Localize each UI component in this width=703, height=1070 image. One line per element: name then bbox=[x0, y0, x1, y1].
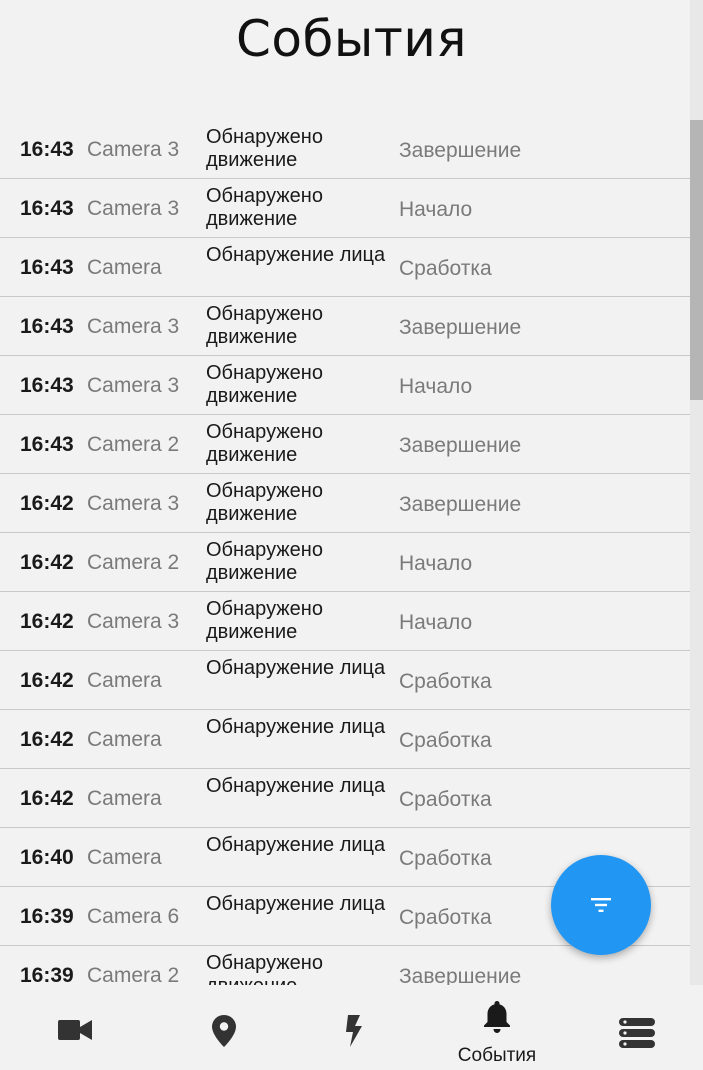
event-camera: Camera bbox=[87, 256, 162, 279]
server-icon bbox=[619, 1018, 655, 1048]
event-status: Сработка bbox=[399, 670, 492, 693]
event-camera: Camera 3 bbox=[87, 315, 180, 338]
event-type: Обнаружение лица bbox=[206, 775, 386, 797]
bell-icon bbox=[484, 1001, 510, 1033]
event-time: 16:42 bbox=[20, 728, 74, 751]
video-camera-icon bbox=[58, 1020, 92, 1040]
event-camera: Camera 3 bbox=[87, 374, 180, 397]
event-row[interactable]: 16:43 Camera Обнаружение лица Сработка bbox=[0, 238, 690, 297]
event-camera: Camera 3 bbox=[87, 197, 180, 220]
nav-item-events[interactable]: События bbox=[437, 985, 557, 1070]
event-time: 16:40 bbox=[20, 846, 74, 869]
event-type: Обнаружено движение bbox=[206, 598, 323, 643]
event-time: 16:42 bbox=[20, 610, 74, 633]
filter-icon bbox=[591, 898, 611, 912]
scrollbar-thumb[interactable] bbox=[690, 120, 703, 400]
event-time: 16:43 bbox=[20, 256, 74, 279]
event-camera: Camera bbox=[87, 669, 162, 692]
event-row[interactable]: 16:42 Camera 2 Обнаружено движение Начал… bbox=[0, 533, 690, 592]
event-row[interactable]: 16:42 Camera Обнаружение лица Сработка bbox=[0, 710, 690, 769]
event-status: Завершение bbox=[399, 965, 522, 985]
event-status: Сработка bbox=[399, 906, 492, 929]
nav-item-cameras[interactable] bbox=[15, 985, 135, 1070]
event-camera: Camera 2 bbox=[87, 433, 180, 456]
event-type: Обнаружено движение bbox=[206, 362, 323, 407]
scrollbar-track[interactable] bbox=[690, 0, 703, 985]
event-type: Обнаружено движение bbox=[206, 952, 323, 985]
event-type: Обнаружено движение bbox=[206, 480, 323, 525]
event-type: Обнаружено движение bbox=[206, 303, 323, 348]
event-camera: Camera 6 bbox=[87, 905, 180, 928]
event-type: Обнаружение лица bbox=[206, 657, 386, 679]
event-status: Начало bbox=[399, 198, 473, 221]
event-status: Завершение bbox=[399, 316, 522, 339]
event-row[interactable]: 16:42 Camera 3 Обнаружено движение Завер… bbox=[0, 474, 690, 533]
event-list[interactable]: 16:43 Camera 3 Обнаружено движение Завер… bbox=[0, 120, 690, 985]
nav-label-events: События bbox=[457, 1045, 537, 1066]
filter-button[interactable] bbox=[551, 855, 651, 955]
nav-item-map[interactable] bbox=[164, 985, 284, 1070]
event-time: 16:42 bbox=[20, 492, 74, 515]
event-type: Обнаружено движение bbox=[206, 185, 323, 230]
event-status: Начало bbox=[399, 552, 473, 575]
event-type: Обнаружено движение bbox=[206, 421, 323, 466]
event-status: Начало bbox=[399, 611, 473, 634]
event-status: Сработка bbox=[399, 788, 492, 811]
event-time: 16:43 bbox=[20, 315, 74, 338]
event-status: Сработка bbox=[399, 729, 492, 752]
event-type: Обнаружено движение bbox=[206, 126, 323, 171]
events-screen: События 16:43 Camera 3 Обнаружено движен… bbox=[0, 0, 703, 1070]
event-type: Обнаружение лица bbox=[206, 716, 386, 738]
event-row[interactable]: 16:42 Camera Обнаружение лица Сработка bbox=[0, 651, 690, 710]
event-time: 16:43 bbox=[20, 197, 74, 220]
event-status: Завершение bbox=[399, 493, 522, 516]
map-pin-icon bbox=[212, 1015, 236, 1047]
event-row[interactable]: 16:42 Camera 3 Обнаружено движение Начал… bbox=[0, 592, 690, 651]
nav-item-servers[interactable] bbox=[577, 985, 697, 1070]
event-type: Обнаружение лица bbox=[206, 244, 386, 266]
event-camera: Camera bbox=[87, 846, 162, 869]
event-time: 16:42 bbox=[20, 787, 74, 810]
event-status: Завершение bbox=[399, 139, 522, 162]
event-time: 16:43 bbox=[20, 374, 74, 397]
event-row[interactable]: 16:43 Camera 2 Обнаружено движение Завер… bbox=[0, 415, 690, 474]
event-camera: Camera 3 bbox=[87, 492, 180, 515]
event-time: 16:42 bbox=[20, 669, 74, 692]
nav-item-triggers[interactable] bbox=[294, 985, 414, 1070]
lightning-icon bbox=[346, 1015, 362, 1047]
event-camera: Camera 2 bbox=[87, 964, 180, 985]
event-camera: Camera 3 bbox=[87, 138, 180, 161]
event-time: 16:43 bbox=[20, 138, 74, 161]
event-type: Обнаружение лица bbox=[206, 893, 386, 915]
event-time: 16:39 bbox=[20, 905, 74, 928]
event-status: Сработка bbox=[399, 847, 492, 870]
event-row[interactable]: 16:43 Camera 3 Обнаружено движение Завер… bbox=[0, 297, 690, 356]
bottom-navigation: События bbox=[0, 985, 703, 1070]
event-status: Сработка bbox=[399, 257, 492, 280]
event-camera: Camera bbox=[87, 728, 162, 751]
event-time: 16:39 bbox=[20, 964, 74, 985]
event-type: Обнаружено движение bbox=[206, 539, 323, 584]
event-time: 16:43 bbox=[20, 433, 74, 456]
event-status: Начало bbox=[399, 375, 473, 398]
event-row[interactable]: 16:43 Camera 3 Обнаружено движение Начал… bbox=[0, 179, 690, 238]
event-time: 16:42 bbox=[20, 551, 74, 574]
event-status: Завершение bbox=[399, 434, 522, 457]
event-camera: Camera 3 bbox=[87, 610, 180, 633]
event-camera: Camera bbox=[87, 787, 162, 810]
event-row[interactable]: 16:42 Camera Обнаружение лица Сработка bbox=[0, 769, 690, 828]
event-camera: Camera 2 bbox=[87, 551, 180, 574]
event-row[interactable]: 16:43 Camera 3 Обнаружено движение Завер… bbox=[0, 120, 690, 179]
event-row[interactable]: 16:43 Camera 3 Обнаружено движение Начал… bbox=[0, 356, 690, 415]
event-type: Обнаружение лица bbox=[206, 834, 386, 856]
page-title: События bbox=[235, 10, 467, 68]
